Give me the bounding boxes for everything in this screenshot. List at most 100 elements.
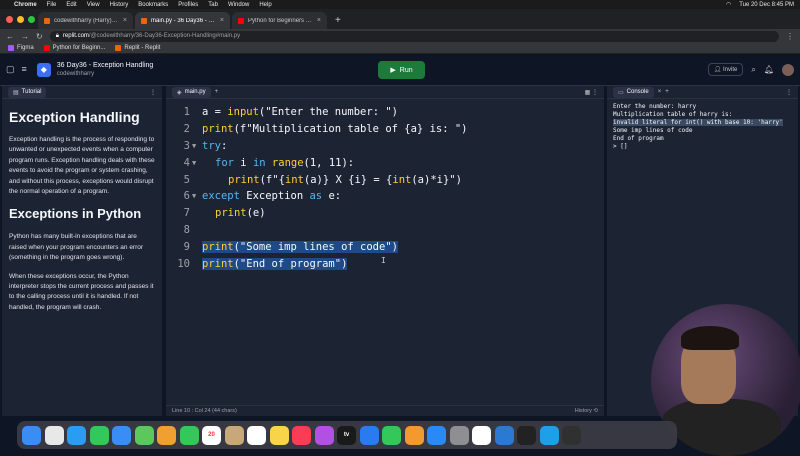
code-line[interactable]: 6 ▼ except Exception as e: (166, 188, 604, 205)
notes-icon[interactable] (269, 425, 289, 445)
system-settings-icon[interactable] (449, 425, 469, 445)
menu-item[interactable]: Window (228, 2, 249, 8)
calendar-icon[interactable]: 20 (202, 425, 221, 445)
menu-item[interactable]: Help (259, 2, 271, 8)
terminal-icon[interactable] (517, 425, 536, 445)
contacts-icon[interactable] (224, 425, 244, 445)
menu-item[interactable]: Tab (208, 2, 218, 8)
extensions-icon[interactable]: ⋮ (786, 32, 794, 41)
bookmark-replit[interactable]: Replit - Replit (115, 45, 160, 51)
close-tab-icon[interactable]: × (220, 17, 224, 24)
code-line[interactable]: 4 ▼ for i in range(1, 11): (166, 154, 604, 171)
code-line[interactable]: 1 a = input("Enter the number: ") (166, 104, 604, 121)
format-icon[interactable]: ▦ ⋮ (585, 89, 598, 96)
presenter-hair (681, 326, 739, 350)
numbers-icon[interactable] (382, 425, 401, 445)
fold-arrow-icon[interactable]: ▼ (192, 142, 202, 150)
tab-main-py[interactable]: ◈ main.py (172, 86, 211, 98)
menu-item[interactable]: Edit (66, 2, 76, 8)
code-editor[interactable]: 1a = input("Enter the number: ") 2 print(f… (166, 104, 604, 272)
minimize-window-button[interactable] (17, 16, 24, 23)
reminders-icon[interactable] (247, 425, 266, 445)
history-label: History (574, 408, 592, 414)
code-line[interactable]: 9 print("Some imp lines of code") (166, 238, 604, 255)
tab-label: Console (626, 89, 649, 95)
menu-item[interactable]: Bookmarks (138, 2, 168, 8)
fold-arrow-icon[interactable]: ▼ (192, 159, 202, 167)
new-tab-button[interactable]: + (329, 15, 347, 29)
close-tab-icon[interactable]: × (658, 89, 662, 95)
notifications-icon[interactable]: 🔔︎ (764, 65, 774, 74)
code-token: in (252, 156, 266, 169)
tab-console[interactable]: ▭ Console (613, 86, 654, 98)
project-title[interactable]: 36 Day36 - Exception Handling codewithha… (57, 62, 154, 78)
podcasts-icon[interactable] (314, 425, 334, 445)
menu-item[interactable]: History (110, 2, 129, 8)
close-tab-icon[interactable]: × (317, 17, 321, 24)
code-text: print(f"Multiplication table of {a} is: … (202, 123, 468, 135)
fold-arrow-icon[interactable]: ▼ (192, 192, 202, 200)
console-tab-bar: ▭ Console × + ⋮ (607, 86, 798, 99)
code-line[interactable]: 7 print(e) (166, 205, 604, 222)
tab-tutorial[interactable]: ▤ Tutorial (8, 86, 47, 98)
bookmark-python[interactable]: Python for Beginn... (43, 45, 105, 51)
close-window-button[interactable] (6, 16, 13, 23)
menu-item[interactable]: Chrome (14, 2, 37, 8)
browser-tab[interactable]: codewithharry (Harry) - Replit × (38, 12, 133, 29)
app-store-icon[interactable] (427, 425, 446, 445)
replit-menu-icon[interactable]: ≡ (22, 64, 27, 75)
address-bar[interactable]: 🔒︎ replit.com/@codewithharry/36-Day36-Ex… (49, 30, 779, 42)
console-output[interactable]: Enter the number: harry Multiplication ta… (607, 99, 798, 155)
invite-button[interactable]: 👤︎ Invite (707, 63, 744, 76)
keynote-icon[interactable] (359, 425, 379, 445)
forward-icon[interactable]: → (21, 32, 29, 41)
menu-item[interactable]: File (47, 2, 57, 8)
code-line[interactable]: 2 print(f"Multiplication table of {a} is:… (166, 121, 604, 138)
replit-icon (115, 45, 122, 51)
reload-icon[interactable]: ↻ (36, 32, 43, 41)
menu-item[interactable]: View (87, 2, 100, 8)
facetime-icon[interactable] (179, 425, 199, 445)
menubar-status: ◠ Tue 20 Dec 8:45 PM (726, 1, 794, 9)
obs-icon[interactable] (562, 425, 581, 445)
zoom-window-button[interactable] (28, 16, 35, 23)
search-icon[interactable]: ⌕ (751, 65, 755, 75)
replit-header: ▢ ≡ ◆ 36 Day36 - Exception Handling code… (0, 54, 800, 86)
back-icon[interactable]: ← (6, 32, 14, 41)
close-tab-icon[interactable]: × (123, 17, 127, 24)
code-line[interactable]: 3 ▼ try: (166, 138, 604, 155)
wifi-icon[interactable]: ◠ (726, 1, 731, 8)
project-owner: codewithharry (56, 70, 95, 77)
more-options-icon[interactable]: ⋮ (150, 89, 156, 96)
menu-item[interactable]: Profiles (178, 2, 198, 8)
chrome-icon[interactable] (472, 425, 491, 445)
menubar-clock[interactable]: Tue 20 Dec 8:45 PM (739, 2, 794, 8)
more-options-icon[interactable]: ⋮ (786, 89, 792, 96)
vscode-icon[interactable] (494, 425, 514, 445)
photos-icon[interactable] (157, 425, 176, 445)
youtube-icon (43, 45, 50, 51)
add-tab-icon[interactable]: + (665, 89, 669, 95)
code-line[interactable]: 5 print(f"{int(a)} X {i} = {int(a)*i}") (166, 171, 604, 188)
skype-icon[interactable] (539, 425, 559, 445)
apple-tv-icon[interactable]: tv (337, 425, 356, 445)
pages-icon[interactable] (404, 425, 424, 445)
safari-icon[interactable] (67, 425, 86, 445)
launchpad-icon[interactable] (44, 425, 64, 445)
browser-tab[interactable]: Python for Beginners (Full Co × (232, 12, 327, 29)
browser-tab-active[interactable]: main.py - 36 Day36 - Exception × (135, 12, 230, 29)
code-line[interactable]: 8 (166, 222, 604, 239)
run-button[interactable]: ▶ Run (378, 61, 425, 79)
finder-icon[interactable] (22, 425, 41, 445)
messages-icon[interactable] (89, 425, 109, 445)
bookmark-figma[interactable]: Figma (8, 45, 34, 51)
add-tab-icon[interactable]: + (215, 89, 219, 95)
line-number: 10 (177, 257, 190, 270)
avatar[interactable] (782, 63, 794, 76)
maps-icon[interactable] (134, 425, 154, 445)
code-token: (a)*i}") (411, 173, 462, 186)
mail-icon[interactable] (112, 425, 131, 445)
music-icon[interactable] (292, 425, 311, 445)
sidebar-toggle-icon[interactable]: ▢ (6, 64, 15, 75)
history-button[interactable]: History ⟲ (575, 408, 598, 414)
